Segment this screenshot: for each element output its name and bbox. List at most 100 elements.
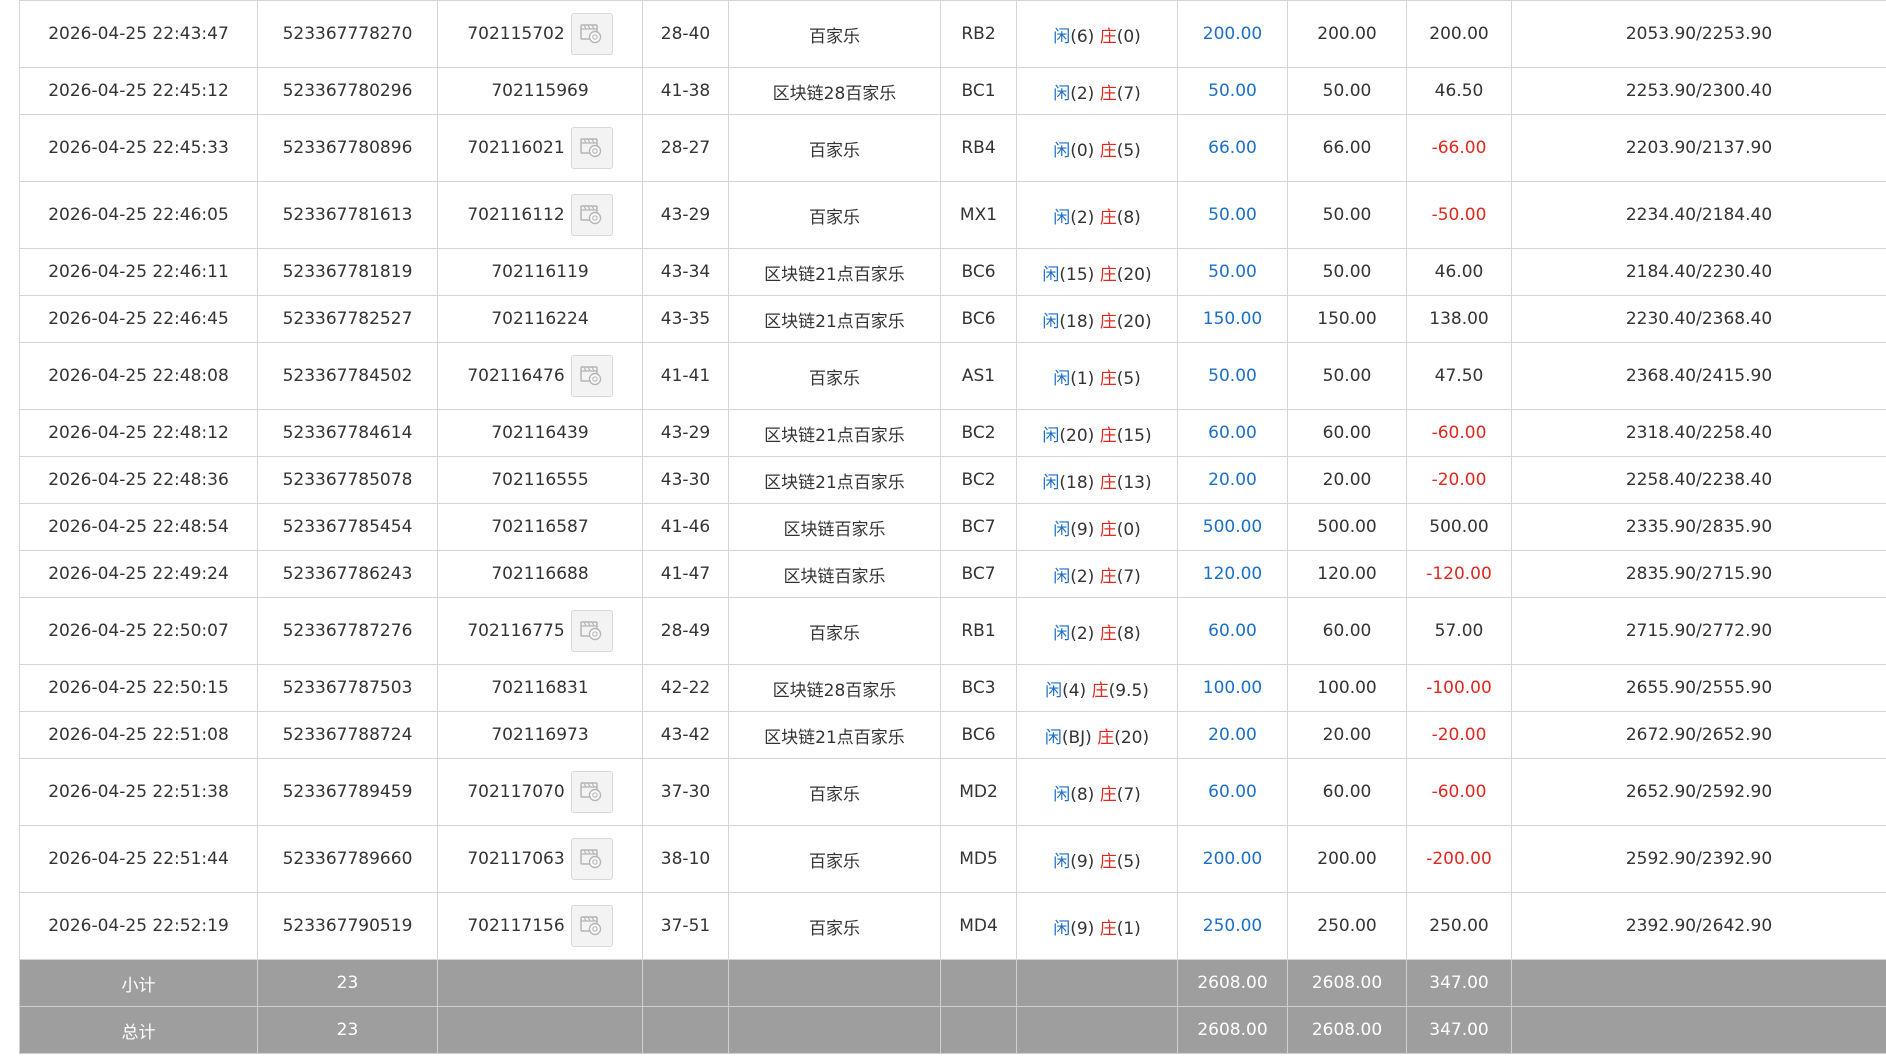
total-bet: 2608.00 [1177,1006,1288,1054]
balance-change: 2592.90/2392.90 [1511,825,1886,893]
balance-change: 2258.40/2238.40 [1511,456,1886,504]
table-row: 2026-04-25 22:50:15 523367787503 702116831… [19,664,1886,712]
order-id: 523367789459 [257,758,438,826]
game-name: 区块链21点百家乐 [728,295,941,343]
game-code: BC3 [940,664,1017,712]
order-id: 523367787276 [257,597,438,665]
bet-time: 2026-04-25 22:51:44 [19,825,258,893]
order-id: 523367785454 [257,503,438,551]
balance-change: 2835.90/2715.90 [1511,550,1886,598]
video-replay-icon[interactable] [570,610,613,652]
bet-amount: 60.00 [1177,409,1288,457]
table-id: 41-38 [642,67,729,115]
round-id: 702116439 [437,409,643,457]
game-name: 区块链28百家乐 [728,664,941,712]
empty-cell [642,1006,729,1054]
banker-value: (8) [1116,207,1141,228]
order-id: 523367789660 [257,825,438,893]
bet-time: 2026-04-25 22:50:15 [19,664,258,712]
game-code: BC7 [940,503,1017,551]
empty-cell [1016,1006,1178,1054]
valid-bet: 20.00 [1287,711,1407,759]
video-replay-icon[interactable] [570,194,613,236]
balance-change: 2652.90/2592.90 [1511,758,1886,826]
round-id: 702116119 [437,248,643,296]
player-label: 闲 [1053,623,1071,644]
total-valid: 2608.00 [1287,1006,1407,1054]
player-label: 闲 [1042,425,1060,446]
video-replay-icon[interactable] [570,355,613,397]
balance-change: 2318.40/2258.40 [1511,409,1886,457]
bet-time: 2026-04-25 22:46:11 [19,248,258,296]
round-cell: 702116476 [437,342,643,410]
result-cell: 闲(15) 庄(20) [1016,248,1178,296]
banker-label: 庄 [1099,264,1117,285]
table-row: 2026-04-25 22:51:44 523367789660 702117063… [19,825,1886,893]
round-cell: 702116775 [437,597,643,665]
result-cell: 闲(18) 庄(13) [1016,456,1178,504]
banker-value: (7) [1116,83,1141,104]
summary-body: 小计 23 2608.00 2608.00 347.00 总计 23 2608.… [19,959,1886,1054]
player-value: (4) [1062,680,1087,701]
video-replay-icon[interactable] [570,838,613,880]
balance-change: 2715.90/2772.90 [1511,597,1886,665]
empty-cell [728,959,941,1007]
round-id: 702116587 [437,503,643,551]
game-name: 百家乐 [728,597,941,665]
order-id: 523367784614 [257,409,438,457]
banker-label: 庄 [1099,519,1117,540]
game-name: 区块链21点百家乐 [728,409,941,457]
order-id: 523367788724 [257,711,438,759]
subtotal-win: 347.00 [1406,959,1512,1007]
game-code: MD2 [940,758,1017,826]
player-label: 闲 [1042,311,1060,332]
valid-bet: 20.00 [1287,456,1407,504]
round-id: 702116476 [467,366,565,386]
game-code: MX1 [940,181,1017,249]
banker-value: (5) [1116,368,1141,389]
game-name: 区块链百家乐 [728,550,941,598]
banker-label: 庄 [1099,83,1117,104]
round-id: 702116775 [467,621,565,641]
table-row: 2026-04-25 22:45:12 523367780296 702115969… [19,67,1886,115]
banker-value: (0) [1116,519,1141,540]
order-id: 523367785078 [257,456,438,504]
win-loss: 500.00 [1406,503,1512,551]
valid-bet: 60.00 [1287,758,1407,826]
balance-change: 2253.90/2300.40 [1511,67,1886,115]
game-name: 百家乐 [728,342,941,410]
banker-label: 庄 [1099,140,1117,161]
valid-bet: 200.00 [1287,0,1407,68]
result-cell: 闲(6) 庄(0) [1016,0,1178,68]
bet-time: 2026-04-25 22:48:08 [19,342,258,410]
banker-value: (0) [1116,26,1141,47]
video-replay-icon[interactable] [570,13,613,55]
game-code: BC6 [940,248,1017,296]
order-id: 523367778270 [257,0,438,68]
banker-label: 庄 [1099,425,1117,446]
subtotal-bet: 2608.00 [1177,959,1288,1007]
banker-label: 庄 [1099,784,1117,805]
video-replay-icon[interactable] [570,905,613,947]
bet-time: 2026-04-25 22:45:12 [19,67,258,115]
valid-bet: 66.00 [1287,114,1407,182]
video-replay-icon[interactable] [570,127,613,169]
table-id: 38-10 [642,825,729,893]
game-name: 区块链21点百家乐 [728,248,941,296]
bet-time: 2026-04-25 22:46:45 [19,295,258,343]
round-id: 702116973 [437,711,643,759]
player-label: 闲 [1042,472,1060,493]
table-id: 41-46 [642,503,729,551]
valid-bet: 50.00 [1287,67,1407,115]
table-row: 2026-04-25 22:48:08 523367784502 702116476… [19,342,1886,410]
bet-amount: 60.00 [1177,758,1288,826]
win-loss: -200.00 [1406,825,1512,893]
player-label: 闲 [1053,26,1071,47]
game-code: BC6 [940,295,1017,343]
game-code: RB2 [940,0,1017,68]
video-replay-icon[interactable] [570,771,613,813]
game-code: BC1 [940,67,1017,115]
win-loss: 57.00 [1406,597,1512,665]
subtotal-row: 小计 23 2608.00 2608.00 347.00 [19,959,1886,1007]
game-code: RB4 [940,114,1017,182]
